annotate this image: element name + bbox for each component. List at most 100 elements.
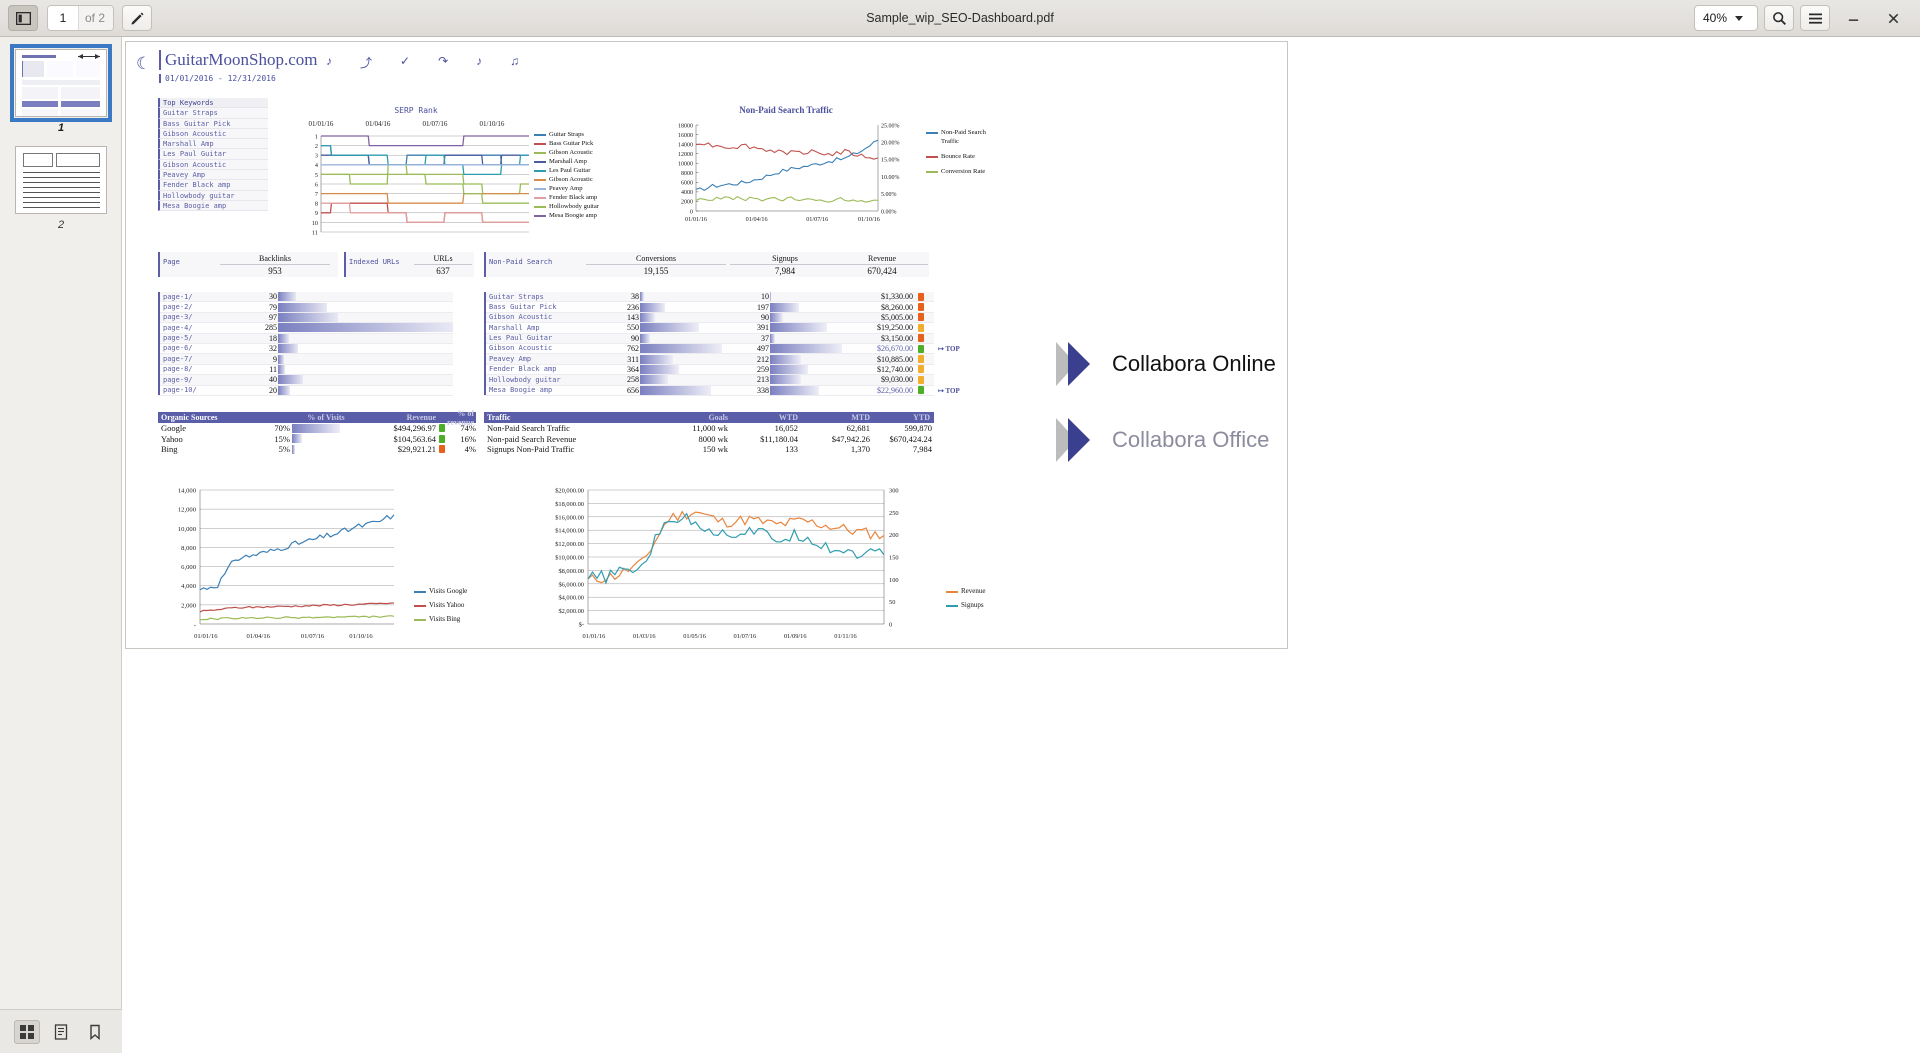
bar: [770, 313, 783, 322]
thumbnail-page-1[interactable]: [15, 49, 107, 117]
bar-cell: [278, 344, 453, 353]
close-button[interactable]: [1876, 5, 1910, 31]
minimize-icon: [1847, 12, 1860, 25]
bar-cell: [290, 424, 360, 433]
document-viewport[interactable]: ☾ GuitarMoonShop.com 01/01/2016 - 12/31/…: [122, 37, 1920, 1053]
bar-cell: [640, 334, 722, 343]
legend-entry: Gibson Acoustic: [534, 148, 639, 157]
kpi-indexed-value: 637: [414, 266, 472, 276]
bar-cell: [640, 365, 722, 374]
nonpaid-traffic-title: Non-Paid Search Traffic: [666, 105, 906, 115]
bar-cell: [278, 303, 453, 312]
backlinks-value: 18: [236, 334, 278, 343]
bar-cell: [640, 375, 722, 384]
backlinks-value: 97: [236, 313, 278, 322]
bookmarks-button[interactable]: [82, 1020, 108, 1044]
kpi-nonpaid-label: Non-Paid Search: [489, 258, 552, 266]
bar-cell: [770, 365, 842, 374]
header-glyph-row: ♪ ⤴ ✓ ↷ ♪ ♫: [326, 54, 536, 71]
table-row: Fender Black amp364259$12,740.00: [484, 365, 934, 375]
page-navigation[interactable]: of 2: [47, 5, 114, 31]
svg-text:300: 300: [889, 488, 899, 495]
note-icon-4: ↷: [438, 54, 448, 71]
revenue-value: $8,260.00: [842, 303, 914, 312]
table-row: page-8/11: [158, 365, 453, 375]
legend-label: Visits Bing: [429, 615, 460, 624]
svg-text:01/11/16: 01/11/16: [834, 633, 857, 640]
traffic-wtd: 133: [728, 444, 798, 454]
status-cell: [914, 303, 928, 311]
note-icon-2: ⤴: [360, 54, 372, 71]
svg-text:8000: 8000: [681, 171, 693, 177]
keyword-name: Fender Black amp: [484, 364, 590, 374]
organic-pct-revenue: 74%: [448, 423, 476, 433]
serp-x-tick: 01/01/16: [303, 120, 339, 128]
organic-visits-pct: 70%: [234, 423, 290, 433]
serp-rank-legend: Guitar StrapsBass Guitar PickGibson Acou…: [534, 130, 639, 220]
thumbnail-page-2[interactable]: [15, 146, 107, 214]
legend-swatch-icon: [534, 152, 546, 154]
svg-text:01/10/16: 01/10/16: [349, 633, 373, 640]
status-flag-icon: [439, 445, 445, 453]
svg-text:01/04/16: 01/04/16: [246, 633, 270, 640]
nonpaid-traffic-legend: Non-Paid Search TrafficBounce RateConver…: [926, 128, 1016, 182]
revenue-value: $26,670.00: [842, 344, 914, 353]
thumbnails-view-button[interactable]: [14, 1020, 40, 1044]
revenue-signups-chart: $-$2,000.00$4,000.00$6,000.00$8,000.00$1…: [526, 482, 946, 655]
conversions-value: 143: [590, 313, 640, 322]
bar: [278, 334, 289, 343]
status-flag-icon: [918, 355, 924, 363]
top-keyword-row: Bass Guitar Pick: [158, 119, 268, 129]
revenue-signups-legend: RevenueSignups: [946, 587, 1026, 615]
keyword-conversions-table: Guitar Straps3810$1,330.00Bass Guitar Pi…: [484, 292, 934, 396]
menu-button[interactable]: [1800, 5, 1830, 31]
legend-swatch-icon: [414, 591, 426, 593]
svg-text:$16,000.00: $16,000.00: [555, 514, 584, 521]
collabora-online-row: Collabora Online: [1056, 342, 1286, 386]
bar: [278, 313, 338, 322]
top-keyword-row: Marshall Amp: [158, 139, 268, 149]
organic-col-revenue: Revenue: [362, 413, 436, 422]
top-keyword-row: Gibson Acoustic: [158, 129, 268, 139]
svg-text:01/07/16: 01/07/16: [301, 633, 325, 640]
kpi-indexed-urls: Indexed URLs URLs 637: [344, 252, 474, 277]
bar-cell: [278, 313, 453, 322]
svg-text:$18,000.00: $18,000.00: [555, 501, 584, 508]
bar-cell: [640, 323, 722, 332]
table-row: Gibson Acoustic762497$26,670.00: [484, 344, 934, 354]
table-row: Yahoo15%$104,563.6416%: [158, 434, 476, 445]
legend-swatch-icon: [926, 132, 938, 134]
legend-entry: Marshall Amp: [534, 157, 639, 166]
svg-text:4: 4: [315, 162, 318, 169]
svg-text:0: 0: [690, 209, 693, 215]
bar-cell: [770, 386, 842, 395]
svg-text:10: 10: [312, 220, 318, 227]
conversions-value: 364: [590, 365, 640, 374]
top-keyword-row: Mesa Boogie amp: [158, 201, 268, 211]
bar: [640, 365, 679, 374]
table-row: Bass Guitar Pick236197$8,260.00: [484, 302, 934, 312]
serp-x-tick: 01/07/16: [417, 120, 453, 128]
zoom-level-select[interactable]: 40%: [1694, 5, 1758, 31]
note-icon-6: ♫: [510, 54, 519, 71]
table-row: Bing5%$29,921.214%: [158, 444, 476, 455]
legend-label: Gibson Acoustic: [549, 148, 593, 157]
svg-text:10,000: 10,000: [178, 526, 197, 533]
collabora-office-label: Collabora Office: [1112, 427, 1269, 453]
sidebar-toggle-button[interactable]: [8, 5, 38, 31]
svg-text:01/01/16: 01/01/16: [194, 633, 218, 640]
hamburger-icon: [1808, 12, 1823, 25]
edit-button[interactable]: [122, 5, 152, 31]
svg-text:01/01/16: 01/01/16: [583, 633, 606, 640]
visits-legend: Visits GoogleVisits YahooVisits Bing: [414, 587, 504, 629]
revenue-value: $3,150.00: [842, 334, 914, 343]
outline-view-button[interactable]: [48, 1020, 74, 1044]
search-button[interactable]: [1764, 5, 1794, 31]
bar-cell: [278, 323, 453, 332]
table-row: Gibson Acoustic14390$5,005.00: [484, 313, 934, 323]
page-number-input[interactable]: [48, 6, 78, 30]
keyword-name: Peavey Amp: [484, 354, 590, 364]
minimize-button[interactable]: [1836, 5, 1870, 31]
traffic-goals: 8000 wk: [644, 434, 728, 444]
svg-text:100: 100: [889, 577, 899, 584]
